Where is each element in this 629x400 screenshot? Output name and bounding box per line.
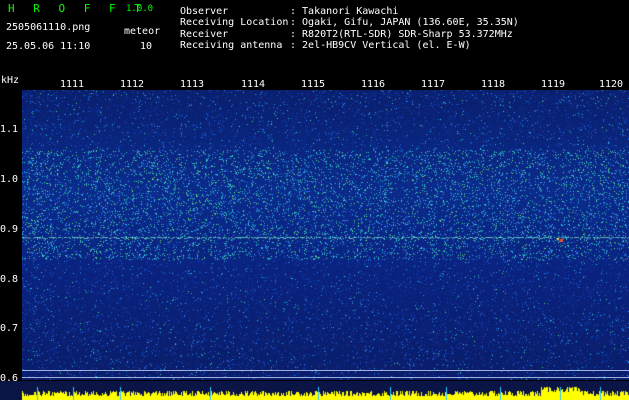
antenna-label: Receiving antenna bbox=[180, 40, 283, 51]
spectrogram bbox=[22, 90, 629, 380]
location-label: Receiving Location bbox=[180, 17, 289, 28]
freq-tick: 0.9 bbox=[0, 224, 19, 235]
activity-bar-trace bbox=[0, 381, 629, 400]
minute-tick: 1116 bbox=[361, 79, 386, 90]
minute-tick: 1113 bbox=[180, 79, 205, 90]
freq-tick: 1.0 bbox=[0, 174, 19, 185]
minute-tick: 1111 bbox=[60, 79, 85, 90]
receiver-label: Receiver bbox=[180, 29, 229, 40]
file-name: 2505061110.png bbox=[6, 22, 91, 33]
freq-tick: 1.1 bbox=[0, 124, 19, 135]
activity-bar bbox=[0, 381, 629, 400]
observer-label: Observer bbox=[180, 6, 229, 17]
freq-tick: 0.8 bbox=[0, 274, 19, 285]
y-unit-label: kHz bbox=[1, 75, 20, 86]
minute-tick: 1115 bbox=[301, 79, 326, 90]
meteor-count: 10 bbox=[140, 41, 153, 52]
capture-datetime: 25.05.06 11:10 bbox=[6, 41, 91, 52]
meteor-label: meteor bbox=[124, 26, 161, 37]
header-panel: H R O F F T 1.0.0 2505061110.png meteor … bbox=[0, 0, 629, 72]
app-version: 1.0.0 bbox=[126, 4, 154, 14]
minute-tick: 1112 bbox=[120, 79, 145, 90]
receiver-value: : R820T2(RTL-SDR) SDR-Sharp 53.372MHz bbox=[290, 29, 513, 40]
antenna-value: : 2el-HB9CV Vertical (el. E-W) bbox=[290, 40, 471, 51]
minute-tick: 1118 bbox=[481, 79, 506, 90]
minute-tick: 1114 bbox=[241, 79, 266, 90]
minute-tick: 1119 bbox=[541, 79, 566, 90]
spectrogram-noise bbox=[22, 90, 629, 380]
location-value: : Ogaki, Gifu, JAPAN (136.60E, 35.35N) bbox=[290, 17, 519, 28]
freq-tick: 0.7 bbox=[0, 323, 19, 334]
reference-line bbox=[22, 377, 629, 378]
reference-line bbox=[22, 370, 629, 371]
minute-tick: 1120 bbox=[599, 79, 624, 90]
minute-tick: 1117 bbox=[421, 79, 446, 90]
observer-value: : Takanori Kawachi bbox=[290, 6, 399, 17]
